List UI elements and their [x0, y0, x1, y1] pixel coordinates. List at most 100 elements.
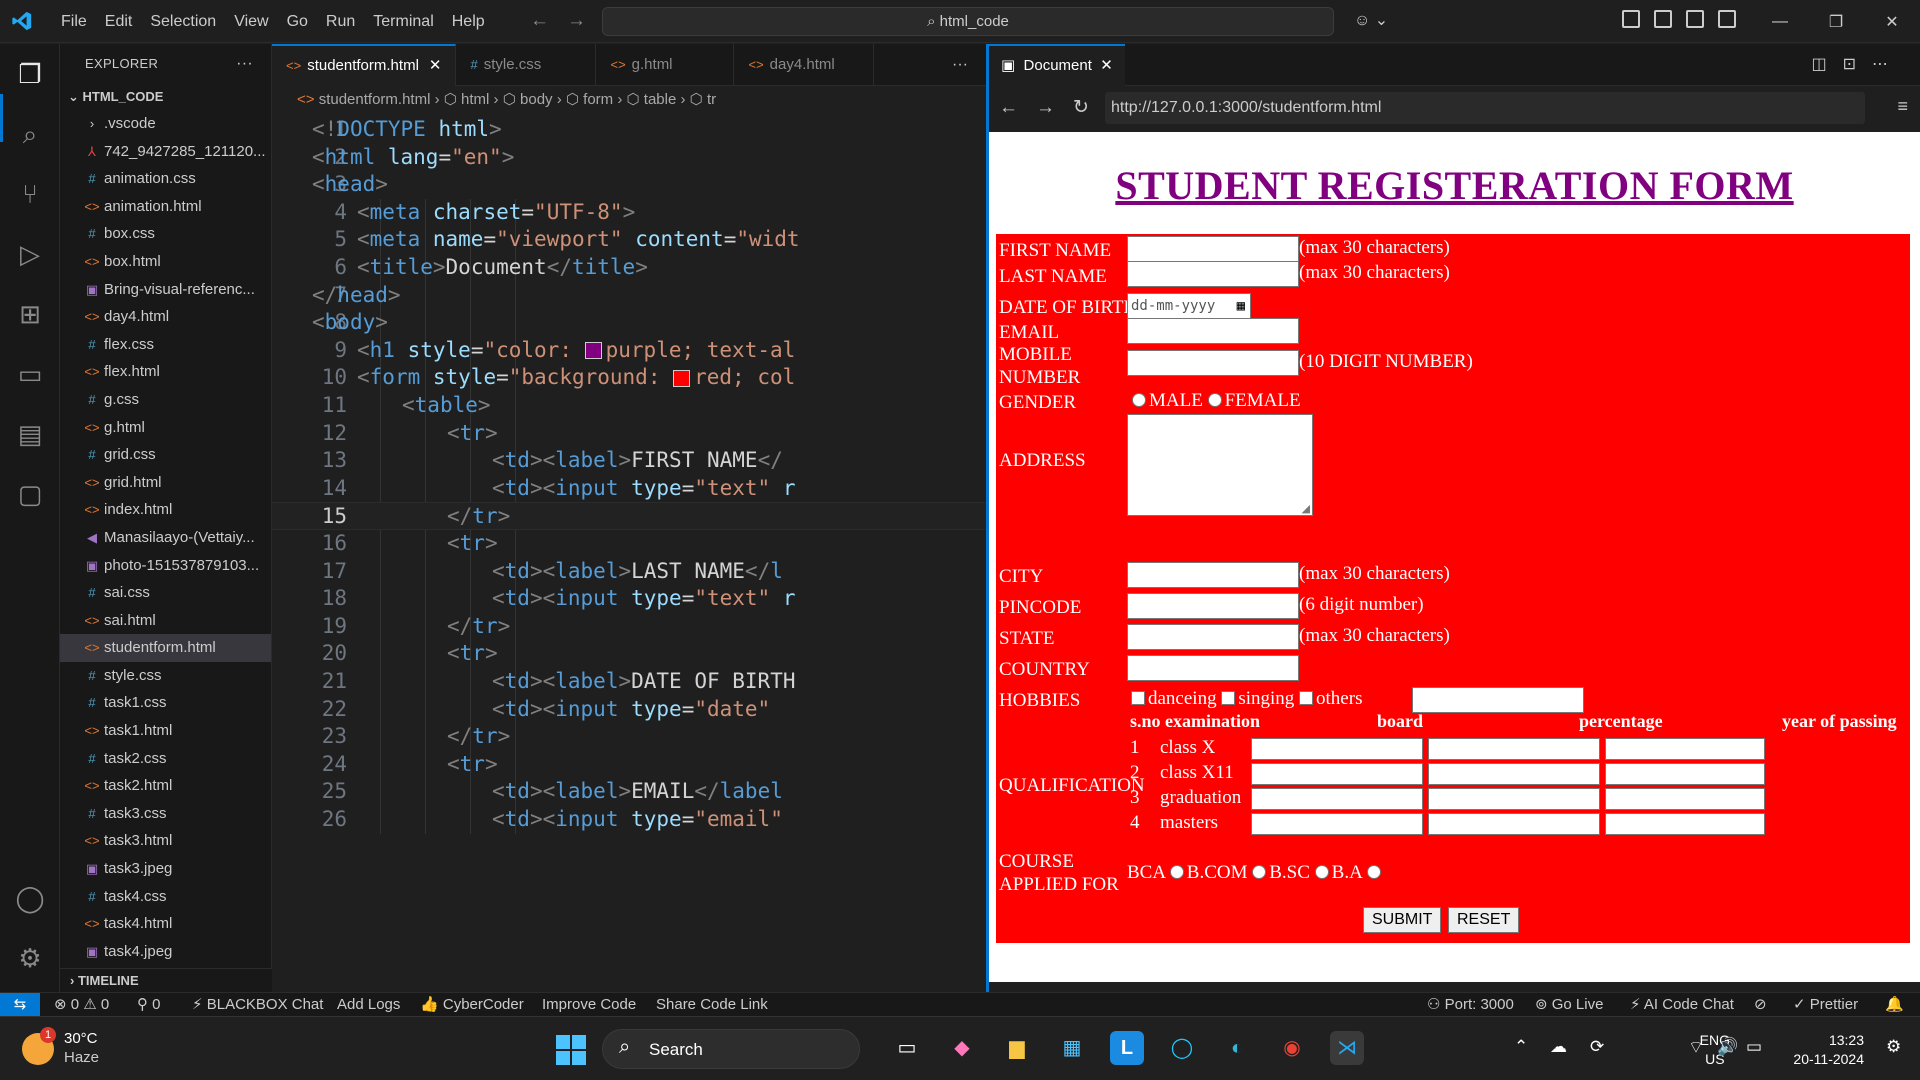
file-item[interactable]: <> index.html	[60, 496, 271, 524]
qual-year-input[interactable]	[1605, 738, 1765, 760]
forward-arrow-icon[interactable]: →	[567, 10, 586, 31]
qual-board-input[interactable]	[1251, 788, 1423, 810]
sync-icon[interactable]: ⟳	[1590, 1037, 1604, 1057]
file-item[interactable]: # style.css	[60, 662, 271, 690]
notifications-icon[interactable]: 🔔	[1885, 993, 1904, 1017]
remote-explorer-icon[interactable]: ▭	[12, 356, 48, 392]
file-item[interactable]: # task1.css	[60, 689, 271, 717]
file-item[interactable]: # animation.css	[60, 165, 271, 193]
course-ba-radio[interactable]	[1366, 864, 1381, 879]
tab-more-icon[interactable]: ···	[952, 44, 968, 86]
blackbox-chat[interactable]: ⚡ BLACKBOX Chat	[192, 993, 323, 1017]
cybercoder[interactable]: 👍 CyberCoder	[420, 993, 524, 1017]
code-line[interactable]: 22 <td><input type="date"	[272, 696, 986, 724]
qual-percentage-input[interactable]	[1428, 763, 1600, 785]
command-center[interactable]: ⌕ html_code	[602, 7, 1334, 36]
share-code-link[interactable]: Share Code Link	[656, 993, 768, 1017]
tab-day4-html[interactable]: <> day4.html	[734, 44, 875, 86]
hobby-others-checkbox[interactable]	[1299, 690, 1314, 705]
file-item[interactable]: <> grid.html	[60, 469, 271, 497]
improve-code[interactable]: Improve Code	[542, 993, 636, 1017]
file-explorer-icon[interactable]: ▆	[1000, 1031, 1034, 1065]
file-item[interactable]: <> task2.html	[60, 772, 271, 800]
microsoft-store-icon[interactable]: ▦	[1055, 1031, 1089, 1065]
color-swatch-icon[interactable]	[584, 342, 602, 360]
menu-edit[interactable]: Edit	[96, 13, 142, 31]
first-name-input[interactable]	[1127, 236, 1299, 262]
course-bcom-radio[interactable]	[1252, 864, 1267, 879]
problems-indicator[interactable]: ⊗ 0 ⚠ 0	[54, 993, 109, 1017]
code-line[interactable]: 17 <td><label>LAST NAME</l	[272, 558, 986, 586]
file-item[interactable]: <> g.html	[60, 414, 271, 442]
file-item[interactable]: # grid.css	[60, 441, 271, 469]
back-icon[interactable]: ←	[999, 97, 1036, 118]
ai-code-chat[interactable]: ⚡ AI Code Chat	[1630, 993, 1734, 1017]
pincode-input[interactable]	[1127, 593, 1299, 619]
copilot-status-icon[interactable]: ⊘	[1754, 993, 1767, 1017]
reset-button[interactable]: RESET	[1448, 907, 1520, 933]
code-line[interactable]: 2 <html lang="en">	[272, 144, 986, 172]
state-input[interactable]	[1127, 624, 1299, 650]
remote-indicator-icon[interactable]: ⇆	[0, 993, 40, 1017]
port-status[interactable]: ⚇ Port: 3000	[1427, 993, 1514, 1017]
breadcrumb-file[interactable]: studentform.html	[319, 91, 431, 108]
resize-handle-icon[interactable]: ◢	[1302, 502, 1310, 515]
comments-icon[interactable]: ▢	[12, 476, 48, 512]
file-item[interactable]: ◀ Manasilaayo-(Vettaiy...	[60, 524, 271, 552]
system-clock[interactable]: 13:23 20-11-2024	[1793, 1031, 1864, 1069]
chrome-browser-icon[interactable]: ◉	[1275, 1031, 1309, 1065]
code-line[interactable]: 15 </tr>	[272, 502, 986, 530]
more-actions-icon[interactable]: ⋯	[1872, 56, 1904, 73]
file-item[interactable]: › .vscode	[60, 110, 271, 138]
run-debug-icon[interactable]: ▷	[12, 236, 48, 272]
file-item[interactable]: ⅄ 742_9427285_121120...	[60, 138, 271, 166]
submit-button[interactable]: SUBMIT	[1363, 907, 1442, 933]
prettier-status[interactable]: ✓ Prettier	[1793, 993, 1858, 1017]
minimize-icon[interactable]: —	[1752, 13, 1808, 31]
color-swatch-icon[interactable]	[673, 369, 691, 387]
menu-file[interactable]: File	[52, 13, 96, 31]
edge-browser-icon[interactable]: ◐	[1220, 1031, 1254, 1065]
cortana-icon[interactable]: ◯	[1165, 1031, 1199, 1065]
code-line[interactable]: 23 </tr>	[272, 723, 986, 751]
toggle-secondary-sidebar-icon[interactable]	[1686, 10, 1704, 28]
tab-g-html[interactable]: <> g.html	[596, 44, 735, 86]
country-input[interactable]	[1127, 655, 1299, 681]
close-tab-icon[interactable]: ✕	[429, 57, 442, 74]
file-item[interactable]: # task3.css	[60, 800, 271, 828]
qual-year-input[interactable]	[1605, 813, 1765, 835]
show-hidden-icons[interactable]: ⌃	[1514, 1037, 1528, 1057]
menu-terminal[interactable]: Terminal	[364, 13, 442, 31]
task-view-icon[interactable]: ▭	[890, 1031, 924, 1065]
calendar-icon[interactable]: ▦	[1237, 294, 1245, 318]
menu-go[interactable]: Go	[278, 13, 317, 31]
code-line[interactable]: 20 <tr>	[272, 640, 986, 668]
file-item[interactable]: <> box.html	[60, 248, 271, 276]
copilot-icon[interactable]: ☺ ⌄	[1354, 10, 1388, 30]
code-line[interactable]: 6 <title>Document</title>	[272, 254, 986, 282]
dob-input[interactable]: dd-mm-yyyy ▦	[1127, 293, 1251, 319]
volume-icon[interactable]: 🔊	[1717, 1037, 1738, 1057]
forward-icon[interactable]: →	[1036, 97, 1073, 118]
code-line[interactable]: 12 <tr>	[272, 420, 986, 448]
account-icon[interactable]: ◯	[12, 880, 48, 916]
file-item[interactable]: <> day4.html	[60, 303, 271, 331]
code-editor[interactable]: 1 <!DOCTYPE html> 2 <html lang="en"> 3 <head>…	[272, 116, 986, 992]
file-item[interactable]: # task4.css	[60, 883, 271, 911]
qual-percentage-input[interactable]	[1428, 813, 1600, 835]
file-item[interactable]: <> animation.html	[60, 193, 271, 221]
qual-percentage-input[interactable]	[1428, 788, 1600, 810]
qual-year-input[interactable]	[1605, 763, 1765, 785]
search-icon[interactable]: ⌕	[12, 116, 48, 152]
code-line[interactable]: 5 <meta name="viewport" content="widt	[272, 226, 986, 254]
toggle-primary-sidebar-icon[interactable]	[1622, 10, 1640, 28]
wifi-icon[interactable]: ⌔	[1688, 1037, 1704, 1058]
code-line[interactable]: 4 <meta charset="UTF-8">	[272, 199, 986, 227]
hobby-singing-checkbox[interactable]	[1221, 690, 1236, 705]
restore-icon[interactable]: ❐	[1808, 12, 1864, 32]
address-bar[interactable]: http://127.0.0.1:3000/studentform.html	[1105, 92, 1865, 124]
file-item[interactable]: ▣ task4.jpeg	[60, 938, 271, 966]
add-logs[interactable]: Add Logs	[337, 993, 400, 1017]
back-arrow-icon[interactable]: ←	[530, 10, 549, 31]
breadcrumb-body[interactable]: ⬡ body	[503, 91, 553, 108]
